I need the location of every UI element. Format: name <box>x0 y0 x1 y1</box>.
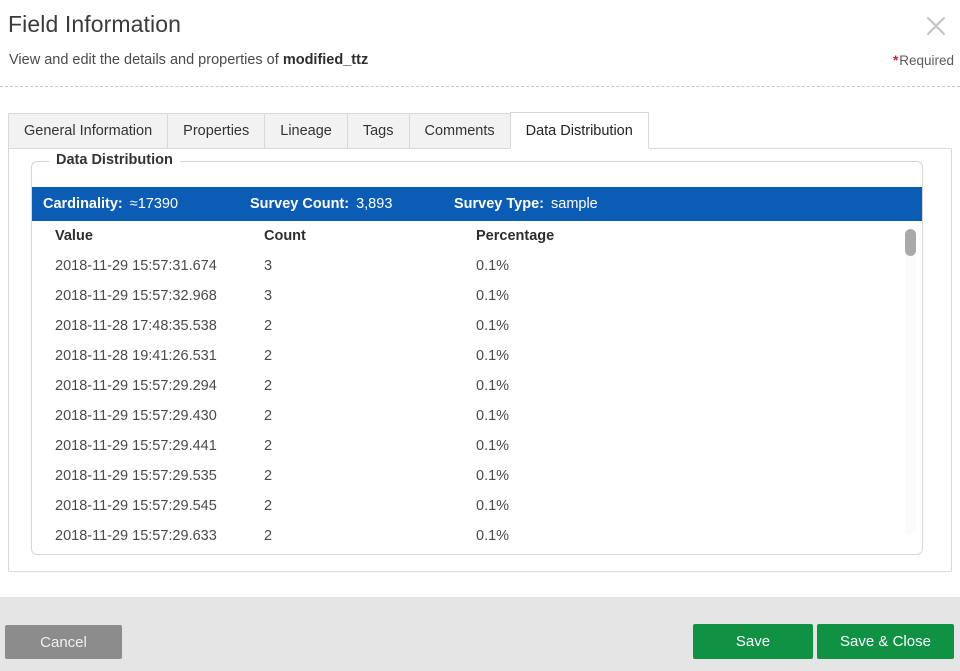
tab-bar: General Information Properties Lineage T… <box>8 113 649 149</box>
fieldset-legend: Data Distribution <box>49 152 180 168</box>
column-header-percentage: Percentage <box>476 221 554 251</box>
table-scrollbar-track[interactable] <box>905 229 916 535</box>
tab-properties[interactable]: Properties <box>167 113 264 149</box>
survey-type-value: sample <box>551 196 598 212</box>
table-row: 2018-11-29 15:57:29.535 2 0.1% <box>32 461 922 491</box>
summary-survey-count: Survey Count: 3,893 <box>250 187 392 221</box>
close-button[interactable] <box>918 8 954 44</box>
cell-count: 3 <box>264 251 272 281</box>
cell-percentage: 0.1% <box>476 311 509 341</box>
cell-value: 2018-11-28 17:48:35.538 <box>55 311 217 341</box>
data-distribution-fieldset: Data Distribution Cardinality: ≈17390 Su… <box>31 161 923 555</box>
table-row: 2018-11-29 15:57:32.968 3 0.1% <box>32 281 922 311</box>
field-information-dialog: Field Information View and edit the deta… <box>0 0 960 671</box>
summary-cardinality: Cardinality: ≈17390 <box>43 187 178 221</box>
tab-panel-data-distribution: Data Distribution Cardinality: ≈17390 Su… <box>8 148 952 572</box>
table-scrollbar-thumb[interactable] <box>905 229 916 256</box>
tab-data-distribution[interactable]: Data Distribution <box>510 112 649 149</box>
column-header-count: Count <box>264 221 306 251</box>
table-row: 2018-11-29 15:57:29.633 2 0.1% <box>32 521 922 545</box>
cell-value: 2018-11-29 15:57:29.535 <box>55 461 217 491</box>
cell-count: 3 <box>264 281 272 311</box>
distribution-summary-bar: Cardinality: ≈17390 Survey Count: 3,893 … <box>32 187 922 221</box>
dialog-subtitle: View and edit the details and properties… <box>9 52 368 68</box>
table-row: 2018-11-28 17:48:35.538 2 0.1% <box>32 311 922 341</box>
cell-percentage: 0.1% <box>476 431 509 461</box>
cell-percentage: 0.1% <box>476 461 509 491</box>
cell-count: 2 <box>264 431 272 461</box>
cell-value: 2018-11-29 15:57:29.441 <box>55 431 217 461</box>
cell-percentage: 0.1% <box>476 491 509 521</box>
cell-count: 2 <box>264 401 272 431</box>
cell-count: 2 <box>264 461 272 491</box>
table-row: 2018-11-28 19:41:26.531 2 0.1% <box>32 341 922 371</box>
cell-value: 2018-11-29 15:57:29.545 <box>55 491 217 521</box>
header-divider <box>0 86 960 87</box>
page-title: Field Information <box>8 11 181 38</box>
cardinality-value: ≈17390 <box>130 196 178 212</box>
subtitle-text: View and edit the details and properties… <box>9 52 283 68</box>
table-row: 2018-11-29 15:57:29.441 2 0.1% <box>32 431 922 461</box>
cell-count: 2 <box>264 311 272 341</box>
cell-percentage: 0.1% <box>476 341 509 371</box>
distribution-table-body: 2018-11-29 15:57:31.67430.1%2018-11-29 1… <box>32 251 922 545</box>
cell-value: 2018-11-29 15:57:29.294 <box>55 371 217 401</box>
required-asterisk: * <box>893 53 898 68</box>
cell-count: 2 <box>264 491 272 521</box>
cell-count: 2 <box>264 371 272 401</box>
survey-type-label: Survey Type: <box>454 196 544 212</box>
close-icon <box>918 8 954 44</box>
dialog-header: Field Information View and edit the deta… <box>0 0 960 86</box>
cell-percentage: 0.1% <box>476 251 509 281</box>
tab-general-information[interactable]: General Information <box>8 113 167 149</box>
cell-percentage: 0.1% <box>476 371 509 401</box>
survey-count-value: 3,893 <box>356 196 392 212</box>
cell-percentage: 0.1% <box>476 281 509 311</box>
summary-survey-type: Survey Type: sample <box>454 187 598 221</box>
cell-value: 2018-11-29 15:57:32.968 <box>55 281 217 311</box>
field-name: modified_ttz <box>283 52 368 68</box>
cancel-button[interactable]: Cancel <box>5 625 122 659</box>
tab-lineage[interactable]: Lineage <box>264 113 347 149</box>
cell-value: 2018-11-29 15:57:29.430 <box>55 401 217 431</box>
save-button[interactable]: Save <box>693 624 813 659</box>
required-label: Required <box>899 53 954 68</box>
tab-comments[interactable]: Comments <box>409 113 510 149</box>
required-note: *Required <box>893 53 954 68</box>
table-row: 2018-11-29 15:57:29.294 2 0.1% <box>32 371 922 401</box>
table-row: 2018-11-29 15:57:29.545 2 0.1% <box>32 491 922 521</box>
save-and-close-button[interactable]: Save & Close <box>817 624 954 659</box>
cell-percentage: 0.1% <box>476 521 509 545</box>
column-header-value: Value <box>55 221 93 251</box>
cell-count: 2 <box>264 341 272 371</box>
cell-value: 2018-11-29 15:57:29.633 <box>55 521 217 545</box>
cell-percentage: 0.1% <box>476 401 509 431</box>
cell-value: 2018-11-28 19:41:26.531 <box>55 341 217 371</box>
survey-count-label: Survey Count: <box>250 196 349 212</box>
cell-count: 2 <box>264 521 272 545</box>
distribution-table-header: Value Count Percentage <box>32 221 922 251</box>
cell-value: 2018-11-29 15:57:31.674 <box>55 251 217 281</box>
cardinality-label: Cardinality: <box>43 196 123 212</box>
table-row: 2018-11-29 15:57:29.430 2 0.1% <box>32 401 922 431</box>
tab-tags[interactable]: Tags <box>347 113 409 149</box>
dialog-footer <box>0 597 960 671</box>
distribution-table-scroll[interactable]: 2018-11-29 15:57:31.67430.1%2018-11-29 1… <box>32 251 922 545</box>
table-row: 2018-11-29 15:57:31.674 3 0.1% <box>32 251 922 281</box>
